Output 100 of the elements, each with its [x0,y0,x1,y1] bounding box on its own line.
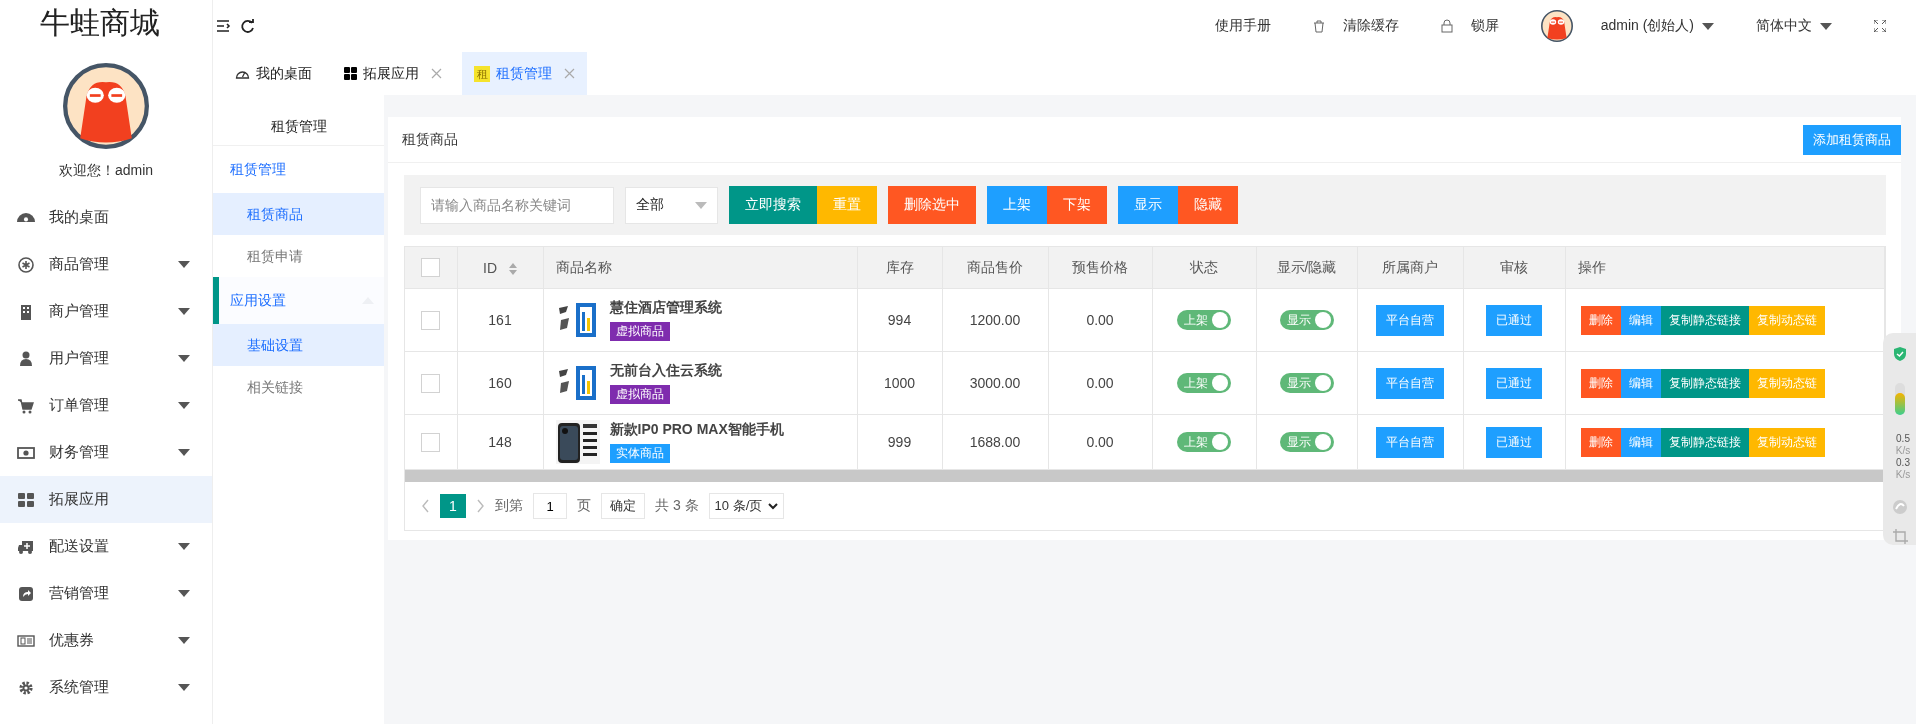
merchant-button[interactable]: 平台自营 [1376,304,1444,336]
sidebar-item[interactable]: 订单管理 [0,382,212,429]
caret-icon [178,308,190,315]
sidebar-item[interactable]: 商户管理 [0,288,212,335]
column-header: 显示/隐藏 [1276,258,1337,275]
header-link[interactable]: 锁屏 [1440,17,1499,35]
page-button[interactable]: 1 [440,494,466,518]
user-menu[interactable]: admin (创始人) [1600,17,1714,35]
action-button[interactable]: 复制静态链接 [1660,427,1749,457]
share-square-icon [17,584,35,603]
checkbox[interactable] [421,258,441,277]
sidebar-item[interactable]: 财务管理 [0,429,212,476]
scrollbar[interactable] [405,470,1885,482]
action-button[interactable]: 删除 [1580,368,1621,398]
toggle-switch[interactable]: 显示 [1279,310,1334,330]
sidebar-item[interactable]: 优惠券 [0,617,212,664]
toggle-switch[interactable]: 上架 [1177,373,1231,393]
sidebar-item[interactable]: 营销管理 [0,570,212,617]
welcome-text: 欢迎您！admin [57,162,155,180]
search-field[interactable]: 请输入商品名称关键词 [420,186,614,224]
action-button[interactable]: 删除 [1580,305,1621,335]
gauge-icon [17,213,35,222]
column-header[interactable]: ID [483,259,498,276]
sidebar-item[interactable]: 我的桌面 [0,194,212,241]
product-name: 慧住酒店管理系统 [609,299,722,317]
action-button[interactable]: 复制静态链接 [1660,368,1749,398]
caret-icon [178,684,190,691]
upload-speed: 0.5 [1896,433,1910,445]
header-link[interactable]: 清除缓存 [1312,17,1399,35]
tab[interactable]: 拓展应用 [332,52,454,95]
table-cell: 3000.00 [942,351,1048,415]
merchant-button[interactable]: 平台自营 [1376,367,1444,399]
sidebar-item[interactable]: 系统管理 [0,664,212,711]
table-cell: 1688.00 [942,414,1048,470]
tab[interactable]: 我的桌面 [223,52,324,95]
toolbar-button[interactable]: 隐藏 [1178,186,1238,224]
user-icon [17,349,35,368]
chevron-right-icon[interactable] [476,499,485,513]
sidebar-item[interactable]: 拓展应用 [0,476,212,523]
column-header: 所属商户 [1382,258,1438,275]
menu-icon[interactable] [216,18,232,33]
header-link[interactable]: 使用手册 [1214,17,1271,35]
user-avatar-icon [1540,10,1573,42]
caret-icon [178,355,190,362]
checkbox[interactable] [421,432,441,452]
chevron-left-icon[interactable] [421,499,430,513]
checkbox[interactable] [421,310,441,330]
audit-button[interactable]: 已通过 [1486,426,1542,458]
toolbar-button[interactable]: 删除选中 [888,186,976,224]
sidebar-item[interactable]: 商品管理 [0,241,212,288]
swirl-icon [1892,499,1908,515]
page-size-select[interactable]: 10 条/页 [708,493,785,519]
caret-icon [178,402,190,409]
sidebar-item[interactable]: 配送设置 [0,523,212,570]
language-menu[interactable]: 简体中文 [1756,17,1832,35]
column-header: 库存 [885,258,914,275]
toggle-switch[interactable]: 上架 [1177,310,1231,330]
sort-icon[interactable] [508,262,517,275]
sidebar-item[interactable]: 用户管理 [0,335,212,382]
subnav-item[interactable]: 基础设置 [213,324,384,366]
tab[interactable]: 租 租赁管理 [462,52,587,95]
caret-icon [178,449,190,456]
action-button[interactable]: 编辑 [1620,368,1661,398]
caret-icon [178,590,190,597]
subnav-group[interactable]: 应用设置 [213,277,384,324]
crop-icon [1892,529,1908,544]
action-button[interactable]: 编辑 [1620,427,1661,457]
rent-badge-icon: 租 [474,65,490,82]
fullscreen-icon[interactable] [1874,20,1886,32]
subnav-group[interactable]: 租赁管理 [213,146,384,193]
action-button[interactable]: 删除 [1580,427,1621,457]
toggle-switch[interactable]: 显示 [1279,432,1334,452]
toggle-switch[interactable]: 显示 [1279,373,1334,393]
refresh-icon[interactable] [240,18,255,34]
checkbox[interactable] [421,373,441,393]
page-input[interactable]: 1 [533,493,567,519]
toolbar-button[interactable]: 立即搜索 [729,186,817,224]
product-name: 新款IP0 PRO MAX智能手机 [609,421,784,439]
column-header: 审核 [1500,258,1528,275]
status-select[interactable]: 全部 [625,186,718,224]
audit-button[interactable]: 已通过 [1486,367,1542,399]
subnav-item[interactable]: 相关链接 [213,366,384,408]
action-button[interactable]: 复制静态链接 [1660,305,1749,335]
close-icon[interactable] [431,68,442,79]
total-count: 共 3 条 [655,497,699,515]
subnav-item[interactable]: 租赁申请 [213,235,384,277]
toggle-switch[interactable]: 上架 [1177,432,1231,452]
add-button[interactable]: 添加租赁商品 [1803,124,1901,155]
toolbar-button[interactable]: 上架 [987,186,1047,224]
subnav-item[interactable]: 租赁商品 [213,193,384,235]
confirm-button[interactable]: 确定 [601,493,645,519]
speed-unit: K/s [1895,469,1911,481]
close-icon[interactable] [564,68,575,79]
audit-button[interactable]: 已通过 [1486,304,1542,336]
shield-icon [1894,347,1906,361]
speed-unit: K/s [1895,445,1911,457]
toolbar-button[interactable]: 显示 [1118,186,1178,224]
toolbar-button[interactable]: 下架 [1047,186,1107,224]
action-button[interactable]: 编辑 [1620,305,1661,335]
merchant-button[interactable]: 平台自营 [1376,426,1444,458]
